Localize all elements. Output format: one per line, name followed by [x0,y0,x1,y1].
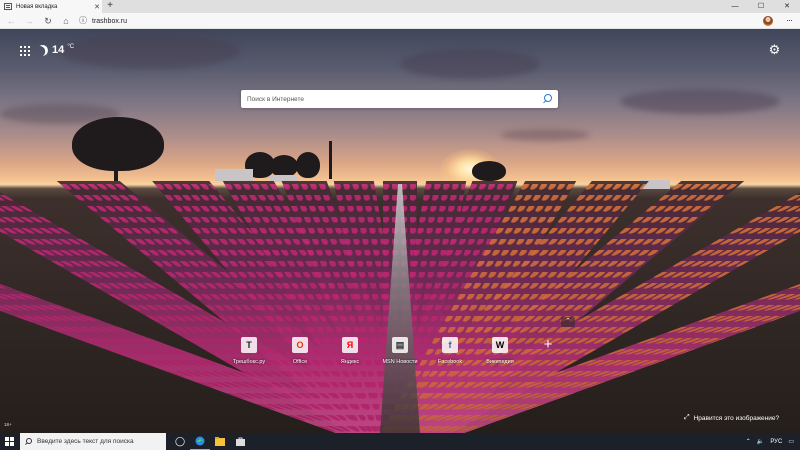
close-tab-icon[interactable]: ✕ [92,3,102,11]
notifications-icon[interactable]: ▭ [788,438,794,445]
gear-icon[interactable]: ⚙ [768,43,781,56]
home-icon[interactable]: ⌂ [59,13,73,29]
tab-title: Новая вкладка [16,3,58,10]
expand-icon[interactable]: ⤢ [684,414,690,422]
image-feedback[interactable]: ⤢ Нравится это изображение? [684,414,779,422]
language-indicator[interactable]: РУС [770,439,782,445]
new-tab-page: 14 °C ⚙ ⌃ T Трешбокс.ру O Office Я Яндек… [0,29,800,433]
quick-link-label: Яндекс [340,359,360,365]
search-box[interactable] [241,90,558,108]
info-icon[interactable]: ⓘ [78,16,88,26]
quick-link-label: Википедия [486,359,514,365]
add-site-button[interactable]: + [540,337,556,353]
search-icon[interactable] [542,94,552,104]
new-tab-button[interactable]: + [105,0,115,13]
temperature-unit: °C [67,44,75,50]
quick-link-label: Трешбокс.ру [232,359,266,365]
maximize-button[interactable]: ☐ [748,0,774,13]
edge-icon[interactable] [190,433,210,450]
address-bar[interactable]: ⓘ trashbox.ru [78,14,750,28]
windows-start-icon[interactable] [0,433,18,450]
close-window-button[interactable]: ✕ [774,0,800,13]
profile-avatar[interactable] [763,16,773,26]
wikipedia-icon: W [492,337,508,353]
tab-favicon-icon [4,3,12,10]
temperature-value: 14 [52,44,65,56]
trashbox-icon: T [241,337,257,353]
chevron-up-icon[interactable]: ⌃ [746,438,751,445]
quick-link-office[interactable]: O Office [275,334,325,374]
weather-temperature[interactable]: 14 °C [52,44,74,56]
system-tray: ⌃ 🔈 РУС ▭ [746,433,800,450]
search-input[interactable] [247,95,542,103]
quick-link-yandex[interactable]: Я Яндекс [325,334,375,374]
taskbar-search-text[interactable]: Введите здесь текст для поиска [37,438,134,445]
facebook-icon: f [442,337,458,353]
refresh-icon[interactable]: ↻ [41,13,55,29]
taskbar-search[interactable]: Введите здесь текст для поиска [20,433,166,450]
quick-links: T Трешбокс.ру O Office Я Яндекс ▤ MSN Но… [224,334,564,374]
window-controls: — ☐ ✕ [722,0,800,13]
search-icon [25,438,32,445]
task-view-icon[interactable]: ◯ [170,433,190,450]
msn-news-icon: ▤ [392,337,408,353]
address-text[interactable]: trashbox.ru [92,18,127,25]
title-bar: Новая вкладка ✕ + — ☐ ✕ [0,0,800,13]
taskbar: Введите здесь текст для поиска ◯ ⌃ 🔈 РУС… [0,433,800,450]
minimize-button[interactable]: — [722,0,748,13]
quick-link-label: Office [292,359,308,365]
quick-link-facebook[interactable]: f Facebook [425,334,475,374]
store-icon[interactable] [230,433,250,450]
yandex-icon: Я [342,337,358,353]
more-options-icon[interactable]: ··· [782,13,796,29]
browser-toolbar: ← → ↻ ⌂ ⓘ trashbox.ru ··· [0,13,800,29]
age-rating-badge: 18+ [4,422,12,427]
image-feedback-label[interactable]: Нравится это изображение? [694,415,780,422]
quick-link-trashbox[interactable]: T Трешбокс.ру [224,334,274,374]
quick-link-label: MSN Новости [382,359,418,365]
office-icon: O [292,337,308,353]
apps-grid-icon[interactable] [20,46,30,56]
tab-new-tab[interactable]: Новая вкладка ✕ [0,0,102,13]
quick-link-msn[interactable]: ▤ MSN Новости [375,334,425,374]
chevron-up-icon[interactable]: ⌃ [561,317,575,327]
quick-link-wikipedia[interactable]: W Википедия [475,334,525,374]
back-arrow-icon[interactable]: ← [4,13,18,29]
speaker-icon[interactable]: 🔈 [757,438,764,445]
file-explorer-icon[interactable] [210,433,230,450]
quick-link-label: Facebook [437,359,463,365]
forward-arrow-icon[interactable]: → [22,13,36,29]
